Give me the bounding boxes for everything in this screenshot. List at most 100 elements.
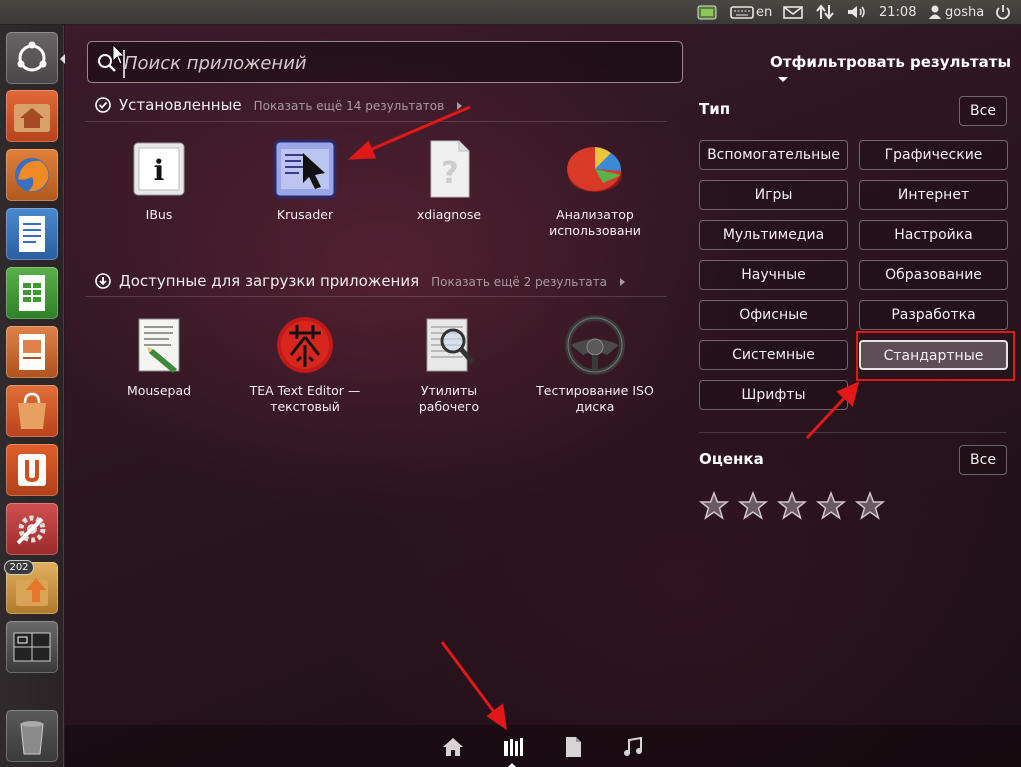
power-icon[interactable] [994,3,1012,23]
search-box[interactable] [87,41,683,83]
top-panel: en 21:08 gosha [0,0,1021,25]
update-count-badge: 202 [4,560,34,575]
music-icon[interactable] [621,735,645,759]
installed-divider [85,121,667,122]
filter-divider [699,432,1007,433]
launcher-ubuntu-one[interactable] [6,444,58,496]
network-icon[interactable] [815,3,835,23]
dash: Установленные Показать ещё 14 результатов… [65,25,1021,767]
chevron-down-icon [778,77,788,82]
unknown-file-icon: ? [430,140,470,198]
launcher-update-manager[interactable]: 202 [4,560,58,614]
star-icon[interactable] [816,491,846,521]
launcher-trash[interactable] [6,710,58,762]
installed-category-header[interactable]: Установленные Показать ещё 14 результатов [95,94,462,116]
launcher-libreoffice-writer[interactable] [6,208,58,260]
firefox-icon [15,158,49,192]
svg-text:i: i [154,154,165,187]
installed-title: Установленные [119,96,242,114]
krusader-icon [273,139,337,199]
launcher-workspace-switcher[interactable] [6,621,58,673]
type-filter-button[interactable]: Вспомогательные [699,140,848,170]
type-filter-button[interactable]: Мультимедиа [699,220,848,250]
app-tile-mousepad[interactable]: Mousepad [99,315,219,399]
battery-icon[interactable] [697,3,719,23]
keyboard-layout-indicator[interactable]: en [756,3,772,23]
star-icon[interactable] [738,491,768,521]
trash-icon [20,721,44,755]
app-label: TEA Text Editor — текстовый [249,383,361,414]
lens-bar [65,725,1021,767]
user-name[interactable]: gosha [945,3,984,23]
filter-title: Отфильтровать результаты [770,53,1012,71]
type-filter-button[interactable]: Игры [699,180,848,210]
app-label: Krusader [276,207,334,222]
launcher-software-center[interactable] [6,385,58,437]
volume-icon[interactable] [846,3,868,23]
mail-icon[interactable] [783,3,803,23]
star-icon[interactable] [699,491,729,521]
ubuntu-logo-icon [17,41,47,72]
files-icon[interactable] [561,735,585,759]
type-filter-button[interactable]: Стандартные [859,340,1008,370]
launcher-firefox[interactable] [6,149,58,201]
app-label: xdiagnose [416,207,482,222]
star-icon[interactable] [855,491,885,521]
type-all-button[interactable]: Все [959,96,1007,126]
launcher-libreoffice-impress[interactable] [6,326,58,378]
app-tile-xdiagnose[interactable]: ? xdiagnose [389,139,509,223]
filter-results-toggle[interactable]: Отфильтровать результаты [770,53,1021,89]
type-filter-button[interactable]: Настройка [859,220,1008,250]
available-show-more[interactable]: Показать ещё 2 результата [431,275,607,289]
workspace-icon [13,632,51,662]
launcher-home-folder[interactable] [6,90,58,142]
type-filter-button[interactable]: Системные [699,340,848,370]
launcher-dash-home[interactable] [6,32,58,84]
clock[interactable]: 21:08 [879,3,916,23]
app-label: Утилиты рабочего [418,383,480,414]
installed-show-more[interactable]: Показать ещё 14 результатов [254,99,445,113]
home-icon[interactable] [441,735,465,759]
search-input[interactable] [124,50,664,76]
mousepad-icon [138,318,180,373]
ibus-icon: i [133,142,185,196]
type-filter-button[interactable]: Офисные [699,300,848,330]
impress-icon [19,334,45,370]
chevron-right-icon [456,102,462,110]
type-section-title: Тип [699,100,731,118]
type-filter-button[interactable]: Разработка [859,300,1008,330]
active-lens-indicator [508,763,516,767]
app-tile-iso-testing[interactable]: Тестирование ISO диска [535,315,655,415]
ubuntu-one-icon [18,454,46,486]
keyboard-icon[interactable] [730,3,754,23]
rating-all-button[interactable]: Все [959,445,1007,475]
app-tile-disk-usage[interactable]: Анализатор использовани [535,139,655,239]
rating-stars [699,491,899,521]
home-folder-icon [14,104,50,132]
app-label: IBus [145,207,173,222]
applications-icon[interactable] [501,735,525,759]
type-filter-button[interactable]: Образование [859,260,1008,290]
type-filter-button[interactable]: Шрифты [699,380,848,410]
download-circle-icon [95,273,111,289]
software-center-icon [18,392,46,429]
star-icon[interactable] [777,491,807,521]
launcher: 202 [0,25,65,767]
app-tile-desktop-utilities[interactable]: Утилиты рабочего [389,315,509,415]
app-tile-ibus[interactable]: i IBus [99,139,219,223]
available-title: Доступные для загрузки приложения [119,272,420,290]
search-icon [98,54,116,72]
type-filter-button[interactable]: Интернет [859,180,1008,210]
launcher-libreoffice-calc[interactable] [6,267,58,319]
app-label: Mousepad [126,383,192,398]
app-tile-krusader[interactable]: Krusader [245,139,365,223]
launcher-system-settings[interactable] [6,503,58,555]
available-divider [85,296,667,297]
svg-text:?: ? [441,156,458,191]
app-tile-tea-text-editor[interactable]: TEA Text Editor — текстовый [245,315,365,415]
user-icon[interactable] [928,3,942,23]
available-category-header[interactable]: Доступные для загрузки приложения Показат… [95,270,625,292]
type-filter-button[interactable]: Научные [699,260,848,290]
type-filter-button[interactable]: Графические [859,140,1008,170]
tea-icon [277,317,333,373]
